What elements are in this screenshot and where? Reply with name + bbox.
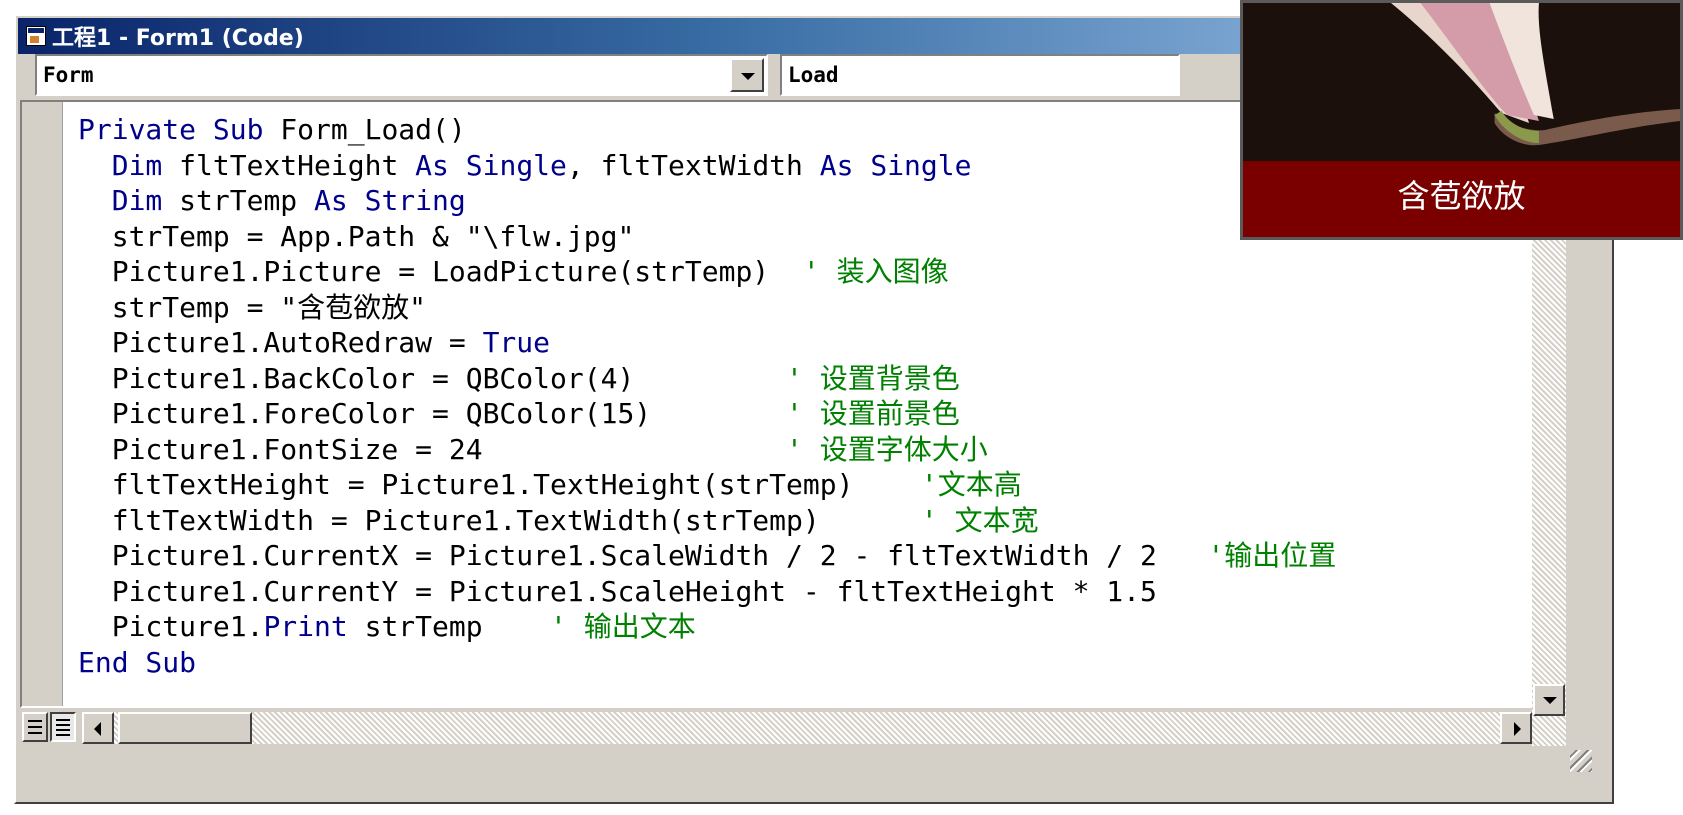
picture-box-preview: 含苞欲放 bbox=[1240, 0, 1683, 240]
horizontal-scrollbar[interactable] bbox=[82, 712, 1532, 744]
bottom-bar bbox=[20, 710, 1532, 746]
comment-token: ' 装入图像 bbox=[802, 255, 949, 288]
code-token: Picture1.ForeColor = QBColor(15) bbox=[78, 397, 787, 430]
keyword-token: As Single bbox=[819, 148, 972, 182]
code-token: fltTextWidth = Picture1.TextWidth(strTem… bbox=[78, 503, 921, 537]
dropdown-arrow-icon[interactable] bbox=[730, 58, 764, 92]
code-token: Picture1.AutoRedraw = bbox=[78, 326, 483, 359]
code-token: Picture1.BackColor = QBColor(4) bbox=[78, 361, 787, 395]
horizontal-scroll-thumb[interactable] bbox=[118, 712, 252, 744]
code-token: strTemp = App.Path & "\flw.jpg" bbox=[78, 219, 635, 253]
procedure-combo-value: Load bbox=[788, 63, 839, 87]
comment-token: ' 输出文本 bbox=[550, 610, 696, 643]
code-line[interactable]: Dim fltTextHeight As Single, fltTextWidt… bbox=[78, 148, 1336, 184]
code-line[interactable]: Picture1.Print strTemp ' 输出文本 bbox=[78, 609, 1336, 645]
code-token: Picture1. bbox=[78, 610, 264, 643]
resize-grip-icon[interactable] bbox=[1566, 746, 1596, 776]
object-combo[interactable]: Form bbox=[35, 54, 768, 96]
code-token: Picture1.CurrentX = Picture1.ScaleWidth … bbox=[78, 539, 1208, 572]
comment-token: '文本高 bbox=[920, 468, 1022, 501]
code-token: fltTextHeight = Picture1.TextHeight(strT… bbox=[78, 468, 921, 501]
object-combo-value: Form bbox=[43, 63, 94, 87]
code-line[interactable]: End Sub bbox=[78, 645, 1336, 681]
procedure-view-icon[interactable] bbox=[22, 712, 48, 742]
comment-token: ' 设置前景色 bbox=[786, 397, 960, 430]
keyword-token: Print bbox=[263, 610, 348, 643]
scroll-down-icon[interactable] bbox=[1533, 684, 1565, 716]
code-token: , fltTextWidth bbox=[566, 148, 820, 182]
keyword-token: End Sub bbox=[78, 645, 197, 679]
comment-token: ' 设置背景色 bbox=[786, 361, 960, 395]
keyword-token: Private Sub bbox=[78, 113, 264, 146]
scroll-right-icon[interactable] bbox=[1500, 712, 1532, 744]
code-token: strTemp bbox=[162, 184, 315, 217]
code-line[interactable]: Picture1.CurrentY = Picture1.ScaleHeight… bbox=[78, 574, 1336, 610]
comment-token: ' 设置字体大小 bbox=[786, 432, 988, 466]
code-text[interactable]: Private Sub Form_Load() Dim fltTextHeigh… bbox=[78, 112, 1336, 680]
code-line[interactable]: strTemp = App.Path & "\flw.jpg" bbox=[78, 219, 1336, 255]
code-line[interactable]: fltTextWidth = Picture1.TextWidth(strTem… bbox=[78, 503, 1336, 539]
scroll-left-icon[interactable] bbox=[82, 712, 114, 744]
window-title: 工程1 - Form1 (Code) bbox=[52, 26, 304, 51]
keyword-token: As String bbox=[314, 184, 466, 217]
magnolia-bud-photo bbox=[1243, 3, 1680, 161]
full-module-view-icon[interactable] bbox=[50, 712, 76, 742]
code-line[interactable]: Picture1.CurrentX = Picture1.ScaleWidth … bbox=[78, 538, 1337, 574]
form-icon bbox=[26, 26, 46, 46]
keyword-token: Dim bbox=[111, 184, 163, 217]
code-token: Form_Load() bbox=[263, 113, 466, 146]
code-token: strTemp bbox=[347, 610, 551, 643]
code-line[interactable]: Picture1.Picture = LoadPicture(strTemp) … bbox=[78, 254, 1336, 290]
code-token: Picture1.CurrentY = Picture1.ScaleHeight… bbox=[78, 574, 1157, 608]
margin-indicator-bar[interactable] bbox=[22, 102, 63, 706]
code-token: fltTextHeight bbox=[162, 148, 416, 182]
keyword-token: As Single bbox=[415, 148, 567, 182]
code-line[interactable]: Picture1.FontSize = 24 ' 设置字体大小 bbox=[78, 432, 1336, 468]
picture-caption: 含苞欲放 bbox=[1243, 161, 1680, 237]
code-token: strTemp = "含苞欲放" bbox=[78, 290, 427, 324]
code-line[interactable]: Picture1.BackColor = QBColor(4) ' 设置背景色 bbox=[78, 361, 1336, 397]
comment-token: ' 文本宽 bbox=[920, 503, 1039, 537]
comment-token: '输出位置 bbox=[1207, 539, 1337, 572]
code-line[interactable]: Dim strTemp As String bbox=[78, 183, 1336, 219]
code-token: Picture1.Picture = LoadPicture(strTemp) bbox=[78, 255, 803, 288]
code-token: Picture1.FontSize = 24 bbox=[78, 432, 787, 466]
code-line[interactable]: strTemp = "含苞欲放" bbox=[78, 290, 1336, 326]
code-line[interactable]: Private Sub Form_Load() bbox=[78, 112, 1336, 148]
procedure-combo[interactable]: Load bbox=[780, 54, 1180, 96]
code-line[interactable]: fltTextHeight = Picture1.TextHeight(strT… bbox=[78, 467, 1336, 503]
keyword-token: True bbox=[482, 326, 551, 359]
keyword-token: Dim bbox=[111, 148, 163, 182]
code-line[interactable]: Picture1.ForeColor = QBColor(15) ' 设置前景色 bbox=[78, 396, 1336, 432]
code-line[interactable]: Picture1.AutoRedraw = True bbox=[78, 325, 1336, 361]
